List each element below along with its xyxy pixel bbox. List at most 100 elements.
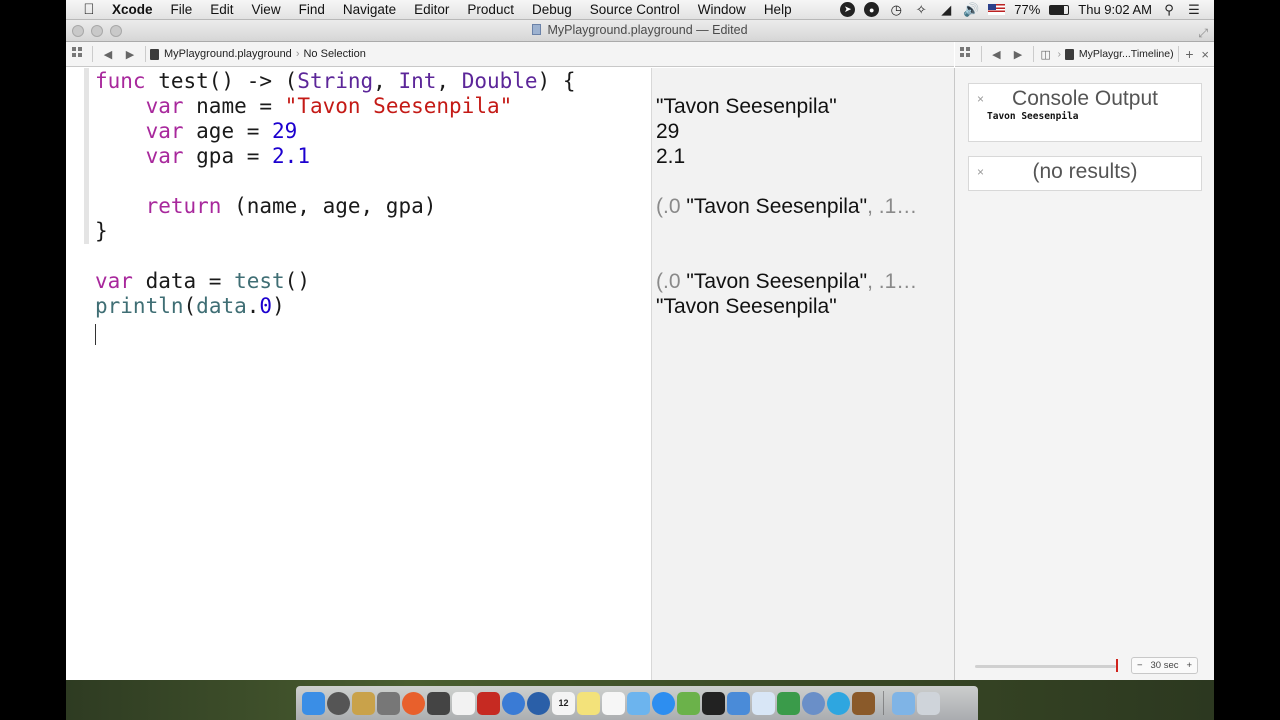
time-machine-icon[interactable]: ◷ — [888, 2, 904, 18]
telegram-icon[interactable] — [827, 691, 850, 715]
duration-plus-button[interactable]: + — [1186, 660, 1192, 671]
menu-debug[interactable]: Debug — [523, 2, 581, 17]
close-editor-button[interactable]: × — [1196, 47, 1214, 62]
minimize-window-button[interactable] — [91, 25, 103, 37]
playground-icon — [150, 48, 159, 60]
terminal-icon[interactable] — [702, 691, 725, 715]
screen:  Xcode File Edit View Find Navigate Edi… — [66, 0, 1214, 720]
close-icon[interactable]: × — [977, 165, 984, 179]
quicktime-icon[interactable] — [527, 691, 550, 715]
editor-jump-bar: ◀ ▶ MyPlayground.playground › No Selecti… — [66, 42, 954, 67]
firefox-icon[interactable] — [402, 691, 425, 715]
menu-app[interactable]: Xcode — [112, 2, 162, 17]
photo-icon[interactable] — [377, 691, 400, 715]
result-line-3[interactable]: 29 — [656, 119, 946, 144]
appstore-icon[interactable] — [652, 691, 675, 715]
result-line-6[interactable]: (.0 "Tavon Seesenpila", .1… — [656, 194, 946, 219]
menu-edit[interactable]: Edit — [201, 2, 242, 17]
filezilla-icon[interactable] — [477, 691, 500, 715]
pages-icon[interactable] — [752, 691, 775, 715]
launchpad-icon[interactable] — [327, 691, 350, 715]
kw-return: return — [145, 194, 222, 218]
menu-window[interactable]: Window — [689, 2, 755, 17]
kw-var: var — [145, 119, 184, 143]
result-line-4[interactable]: 2.1 — [656, 144, 946, 169]
timeline-slider-track[interactable] — [975, 665, 1116, 668]
preview-icon[interactable] — [427, 691, 450, 715]
back-button[interactable]: ◀ — [97, 48, 119, 61]
folder-icon[interactable] — [892, 691, 915, 715]
bluetooth-icon[interactable]: ✧ — [913, 2, 929, 18]
menu-navigate[interactable]: Navigate — [334, 2, 405, 17]
finder-icon[interactable] — [302, 691, 325, 715]
forward-button[interactable]: ▶ — [119, 48, 141, 61]
timeline-mode-icon[interactable]: ◫ — [1038, 48, 1054, 61]
xcode-window: MyPlayground.playground — Edited ⤢ ◀ ▶ M… — [66, 20, 1214, 680]
related-items-button[interactable] — [66, 47, 88, 61]
breadcrumb-file[interactable]: MyPlayground.playground — [164, 48, 292, 60]
menu-file[interactable]: File — [162, 2, 202, 17]
textedit-icon[interactable] — [452, 691, 475, 715]
notes-icon[interactable] — [577, 691, 600, 715]
reminders-icon[interactable] — [602, 691, 625, 715]
wifi-icon[interactable]: ◢ — [938, 2, 954, 18]
add-editor-button[interactable]: + — [1183, 46, 1197, 62]
back-button[interactable]: ◀ — [986, 48, 1008, 61]
result-line-9[interactable]: (.0 "Tavon Seesenpila", .1… — [656, 269, 946, 294]
menu-view[interactable]: View — [243, 2, 290, 17]
itunes-icon[interactable] — [627, 691, 650, 715]
dock: 12 — [296, 686, 978, 720]
tuple-index: 0 — [259, 294, 273, 318]
telegram-status-icon[interactable]: ➤ — [840, 2, 856, 17]
menu-source-control[interactable]: Source Control — [581, 2, 689, 17]
forward-button[interactable]: ▶ — [1007, 48, 1029, 61]
keynote-icon[interactable] — [727, 691, 750, 715]
xcode-icon[interactable] — [677, 691, 700, 715]
type-double: Double — [461, 69, 538, 93]
fullscreen-icon[interactable]: ⤢ — [1198, 23, 1208, 44]
clock[interactable]: Thu 9:02 AM — [1078, 2, 1152, 17]
record-status-icon[interactable]: ● — [864, 2, 880, 17]
grid-icon — [71, 47, 83, 58]
timeline-slider-thumb[interactable] — [1116, 659, 1118, 672]
breadcrumb-selection[interactable]: No Selection — [303, 48, 365, 60]
related-items-button[interactable] — [955, 47, 977, 61]
result-line-2[interactable]: "Tavon Seesenpila" — [656, 94, 946, 119]
menu-find[interactable]: Find — [290, 2, 334, 17]
us-flag-icon[interactable] — [988, 4, 1006, 15]
status-area: ➤ ● ◷ ✧ ◢ 🔊 77% Thu 9:02 AM ⚲ ☰ — [840, 2, 1214, 18]
battery-icon[interactable] — [1049, 4, 1070, 15]
tuple-value: "Tavon Seesenpila" — [686, 195, 868, 218]
close-icon[interactable]: × — [977, 92, 984, 106]
trash-icon[interactable] — [917, 691, 940, 715]
code-line-6: return (name, age, gpa) — [145, 194, 437, 218]
number-literal: 2.1 — [272, 144, 310, 168]
numbers-icon[interactable] — [777, 691, 800, 715]
duration-minus-button[interactable]: − — [1137, 660, 1143, 671]
code-line-7: } — [95, 219, 108, 243]
menu-product[interactable]: Product — [458, 2, 523, 17]
code-line-4: var gpa = 2.1 — [145, 144, 310, 168]
network-icon[interactable] — [802, 691, 825, 715]
kw-var: var — [145, 144, 184, 168]
kw-var: var — [145, 94, 184, 118]
menu-editor[interactable]: Editor — [405, 2, 458, 17]
text-caret — [95, 324, 96, 345]
apple-menu-icon[interactable]:  — [66, 1, 112, 18]
spotlight-search-icon[interactable]: ⚲ — [1161, 2, 1177, 18]
menu-bar:  Xcode File Edit View Find Navigate Edi… — [66, 0, 1214, 20]
timeline-breadcrumb[interactable]: MyPlaygr...Timeline) — [1079, 48, 1174, 60]
safari-icon[interactable] — [502, 691, 525, 715]
menu-help[interactable]: Help — [755, 2, 801, 17]
zoom-window-button[interactable] — [110, 25, 122, 37]
close-window-button[interactable] — [72, 25, 84, 37]
result-line-10[interactable]: "Tavon Seesenpila" — [656, 294, 946, 319]
notification-center-icon[interactable]: ☰ — [1186, 2, 1202, 18]
chess-icon[interactable] — [852, 691, 875, 715]
string-literal: "Tavon Seesenpila" — [284, 94, 513, 118]
database-icon[interactable] — [352, 691, 375, 715]
code-editor[interactable]: func test() -> (String, Int, Double) { v… — [66, 68, 650, 680]
duration-stepper[interactable]: − 30 sec + — [1131, 657, 1198, 674]
volume-icon[interactable]: 🔊 — [963, 2, 979, 18]
calendar-icon[interactable]: 12 — [552, 691, 575, 715]
